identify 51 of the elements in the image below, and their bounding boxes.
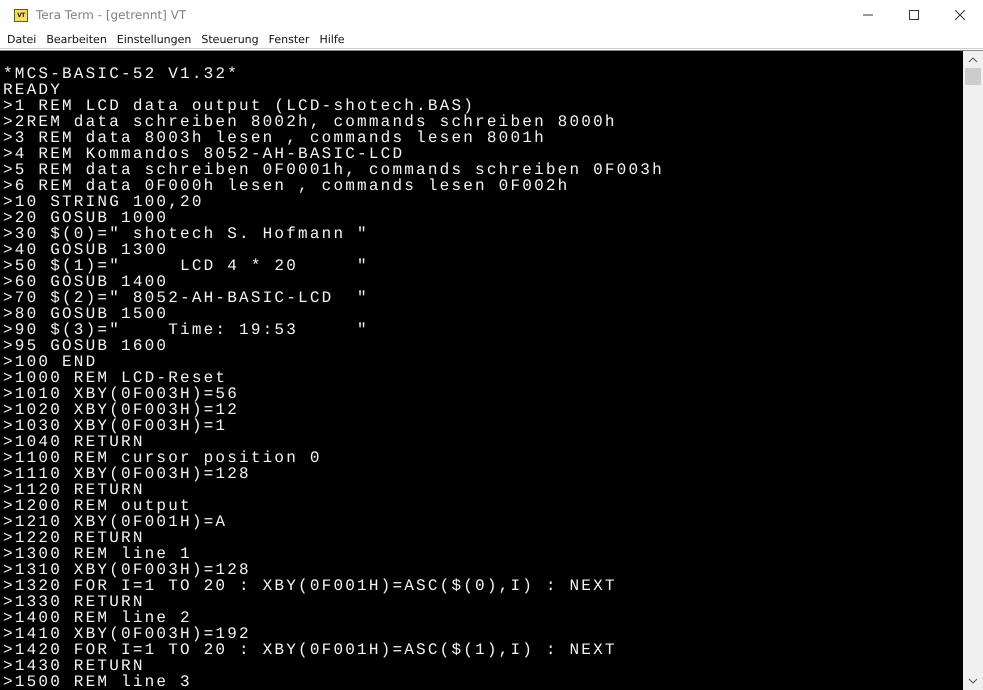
terminal-line: >1210 XBY(0F001H)=A <box>3 514 228 530</box>
terminal-line: >1320 FOR I=1 TO 20 : XBY(0F001H)=ASC($(0),I) : NEXT <box>3 578 618 594</box>
terminal-line: >50 $(1)=" LCD 4 * 20 " <box>3 258 370 274</box>
menu-item[interactable]: Einstellungen <box>112 32 196 46</box>
terminal-line: >1220 RETURN <box>3 530 145 546</box>
terminal-line: >2REM data schreiben 8002h, commands schreiben 8000h <box>3 114 618 130</box>
terminal-line: >60 GOSUB 1400 <box>3 274 170 290</box>
menu-item[interactable]: Datei <box>2 32 42 46</box>
terminal-line: >1200 REM output <box>3 498 192 514</box>
terminal-screen[interactable] <box>0 51 963 690</box>
menu-item[interactable]: Steuerung <box>196 32 264 46</box>
terminal-line: >40 GOSUB 1300 <box>3 242 170 258</box>
terminal-line: >1110 XBY(0F003H)=128 <box>3 466 251 482</box>
menu-item[interactable]: Fenster <box>264 32 314 46</box>
terminal-line: >95 GOSUB 1600 <box>3 338 170 354</box>
terminal-line: >70 $(2)=" 8052-AH-BASIC-LCD " <box>3 290 370 306</box>
terminal-line: >1010 XBY(0F003H)=56 <box>3 386 240 402</box>
terminal-line: >100 END <box>3 354 98 370</box>
terminal-line: >1410 XBY(0F003H)=192 <box>3 626 252 642</box>
terminal-line: READY <box>3 82 64 98</box>
terminal-line: >90 $(3)=" Time: 19:53 " <box>3 322 370 338</box>
terminal-line: >1420 FOR I=1 TO 20 : XBY(0F001H)=ASC($(1),I) : NEXT <box>3 642 618 658</box>
terminal-line: >1000 REM LCD-Reset <box>3 370 228 386</box>
terminal-line: >80 GOSUB 1500 <box>3 306 168 322</box>
scrollbar-thumb[interactable] <box>965 68 981 85</box>
terminal-line: >20 GOSUB 1000 <box>3 210 168 226</box>
menu-item[interactable]: Hilfe <box>314 32 350 46</box>
terminal-line: >1020 XBY(0F003H)=12 <box>3 402 240 418</box>
close-icon <box>955 10 965 20</box>
terminal-line: >1430 RETURN <box>3 658 145 674</box>
terminal-line: >1 REM LCD data output (LCD-shotech.BAS) <box>3 98 476 114</box>
terminal-line: *MCS-BASIC-52 V1.32* <box>3 66 240 82</box>
terminal-line: >1100 REM cursor position 0 <box>3 450 323 466</box>
scrollbar[interactable] <box>963 51 983 690</box>
terminal-line: >10 STRING 100,20 <box>3 194 205 210</box>
terminal-line: >1500 REM line 3 <box>3 674 193 690</box>
terminal-line: >1120 RETURN <box>3 482 145 498</box>
terminal-line: >3 REM data 8003h lesen , commands lesen 8001h <box>3 130 547 146</box>
menu-item[interactable]: Bearbeiten <box>41 32 112 46</box>
terminal-line: >1330 RETURN <box>3 594 145 610</box>
terminal-line: >1040 RETURN <box>3 434 145 450</box>
terminal-line: >1030 XBY(0F003H)=1 <box>3 418 228 434</box>
window-title: Tera Term - [getrennt] VT <box>36 8 188 22</box>
terminal-line: >5 REM data schreiben 0F0001h, commands schreiben 0F003h <box>3 162 665 178</box>
terminal-line: >30 $(0)=" shotech S. Hofmann " <box>3 226 370 242</box>
terminal-line: >1300 REM line 1 <box>3 546 192 562</box>
terminal-line: >4 REM Kommandos 8052-AH-BASIC-LCD <box>3 146 404 162</box>
terminal-line: >1400 REM line 2 <box>3 610 192 626</box>
maximize-icon <box>909 10 919 20</box>
terminal-line: >6 REM data 0F000h lesen , commands lesen 0F002h <box>3 178 570 194</box>
terminal-line: >1310 XBY(0F003H)=128 <box>3 562 252 578</box>
